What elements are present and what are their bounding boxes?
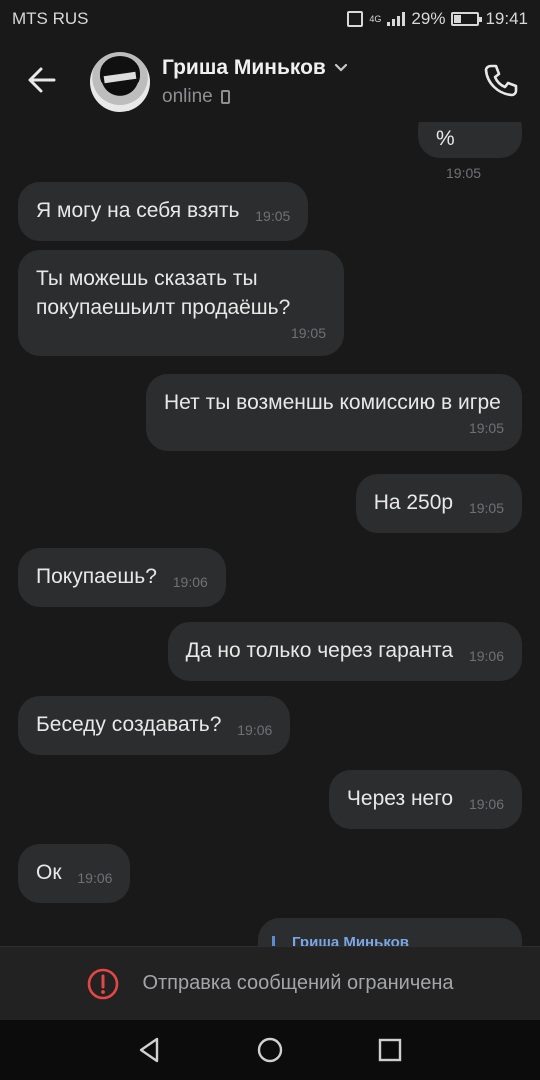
message-bubble-in[interactable]: Ок 19:06 (18, 844, 131, 903)
message-time: 19:06 (468, 796, 504, 812)
message-bubble-out[interactable]: Нет ты возменшь комиссию в игре 19:05 (146, 374, 522, 451)
message-bubble-out[interactable]: На 250р 19:05 (355, 474, 522, 533)
message-bubble-in[interactable]: Покупаешь? 19:06 (18, 548, 226, 607)
system-navigation-bar (0, 1020, 540, 1080)
message-text: Покупаешь? (36, 565, 157, 588)
battery-percent: 29% (411, 9, 446, 28)
messaging-restricted-banner: Отправка сообщений ограничена (0, 946, 540, 1020)
message-time: 19:05 (468, 500, 504, 516)
message-text: Беседу создавать? (36, 713, 222, 736)
back-arrow-icon[interactable] (22, 60, 62, 100)
restriction-text: Отправка сообщений ограничена (142, 972, 454, 994)
contact-avatar[interactable] (90, 52, 150, 112)
message-time: 19:06 (237, 722, 273, 738)
clock: 19:41 (485, 9, 528, 28)
vibrate-icon (347, 11, 364, 27)
warning-icon (88, 968, 119, 999)
status-bar: MTS RUS 4G 29% 19:41 (0, 0, 540, 36)
presence-status: online (162, 86, 230, 108)
message-text: Да но только через гаранта (185, 639, 454, 662)
message-bubble-out[interactable]: % 19:05 (418, 118, 522, 181)
message-time: 19:06 (77, 870, 113, 886)
chat-header: Гриша Миньков online (0, 36, 540, 122)
message-bubble-in[interactable]: Я могу на себя взять 19:05 (18, 182, 309, 241)
message-text: На 250р (373, 491, 454, 514)
message-text: Ты можешь сказать ты покупаешьилт продаё… (36, 267, 291, 319)
message-text: Нет ты возменшь комиссию в игре (164, 391, 501, 414)
forwarded-message-bubble[interactable]: Гриша Миньков (258, 918, 522, 946)
nav-back-icon[interactable] (135, 1035, 165, 1065)
message-time: 19:05 (446, 165, 482, 181)
nav-recents-icon[interactable] (375, 1035, 405, 1065)
message-time: 19:06 (172, 574, 208, 590)
message-time: 19:05 (468, 420, 504, 436)
chevron-down-icon (334, 63, 347, 72)
mobile-device-icon (220, 90, 230, 104)
message-list[interactable]: % 19:05 Я могу на себя взять 19:05 Ты мо… (0, 118, 540, 946)
status-icons: 4G 29% 19:41 (347, 9, 528, 29)
message-bubble-in[interactable]: Беседу создавать? 19:06 (18, 696, 291, 755)
carrier-name: MTS RUS (12, 9, 89, 28)
message-text: Я могу на себя взять (36, 199, 240, 222)
message-bubble-out[interactable]: Через него 19:06 (328, 770, 522, 829)
presence-label: online (162, 86, 213, 107)
network-type: 4G (369, 13, 382, 24)
battery-icon (451, 12, 483, 26)
contact-name-row[interactable]: Гриша Миньков (162, 56, 348, 80)
contact-name: Гриша Миньков (162, 56, 326, 79)
nav-home-icon[interactable] (255, 1035, 285, 1065)
phone-call-icon[interactable] (480, 60, 520, 100)
message-bubble-out[interactable]: Да но только через гаранта 19:06 (167, 622, 522, 681)
message-time: 19:05 (290, 325, 326, 341)
message-text: % (436, 127, 455, 150)
forwarded-author[interactable]: Гриша Миньков (292, 934, 409, 946)
message-bubble-in[interactable]: Ты можешь сказать ты покупаешьилт продаё… (18, 250, 344, 356)
forward-quote-bar (272, 936, 275, 946)
signal-icon (387, 12, 406, 26)
message-time: 19:06 (468, 648, 504, 664)
message-time: 19:05 (255, 208, 291, 224)
message-text: Ок (36, 861, 62, 884)
message-text: Через него (346, 787, 454, 810)
